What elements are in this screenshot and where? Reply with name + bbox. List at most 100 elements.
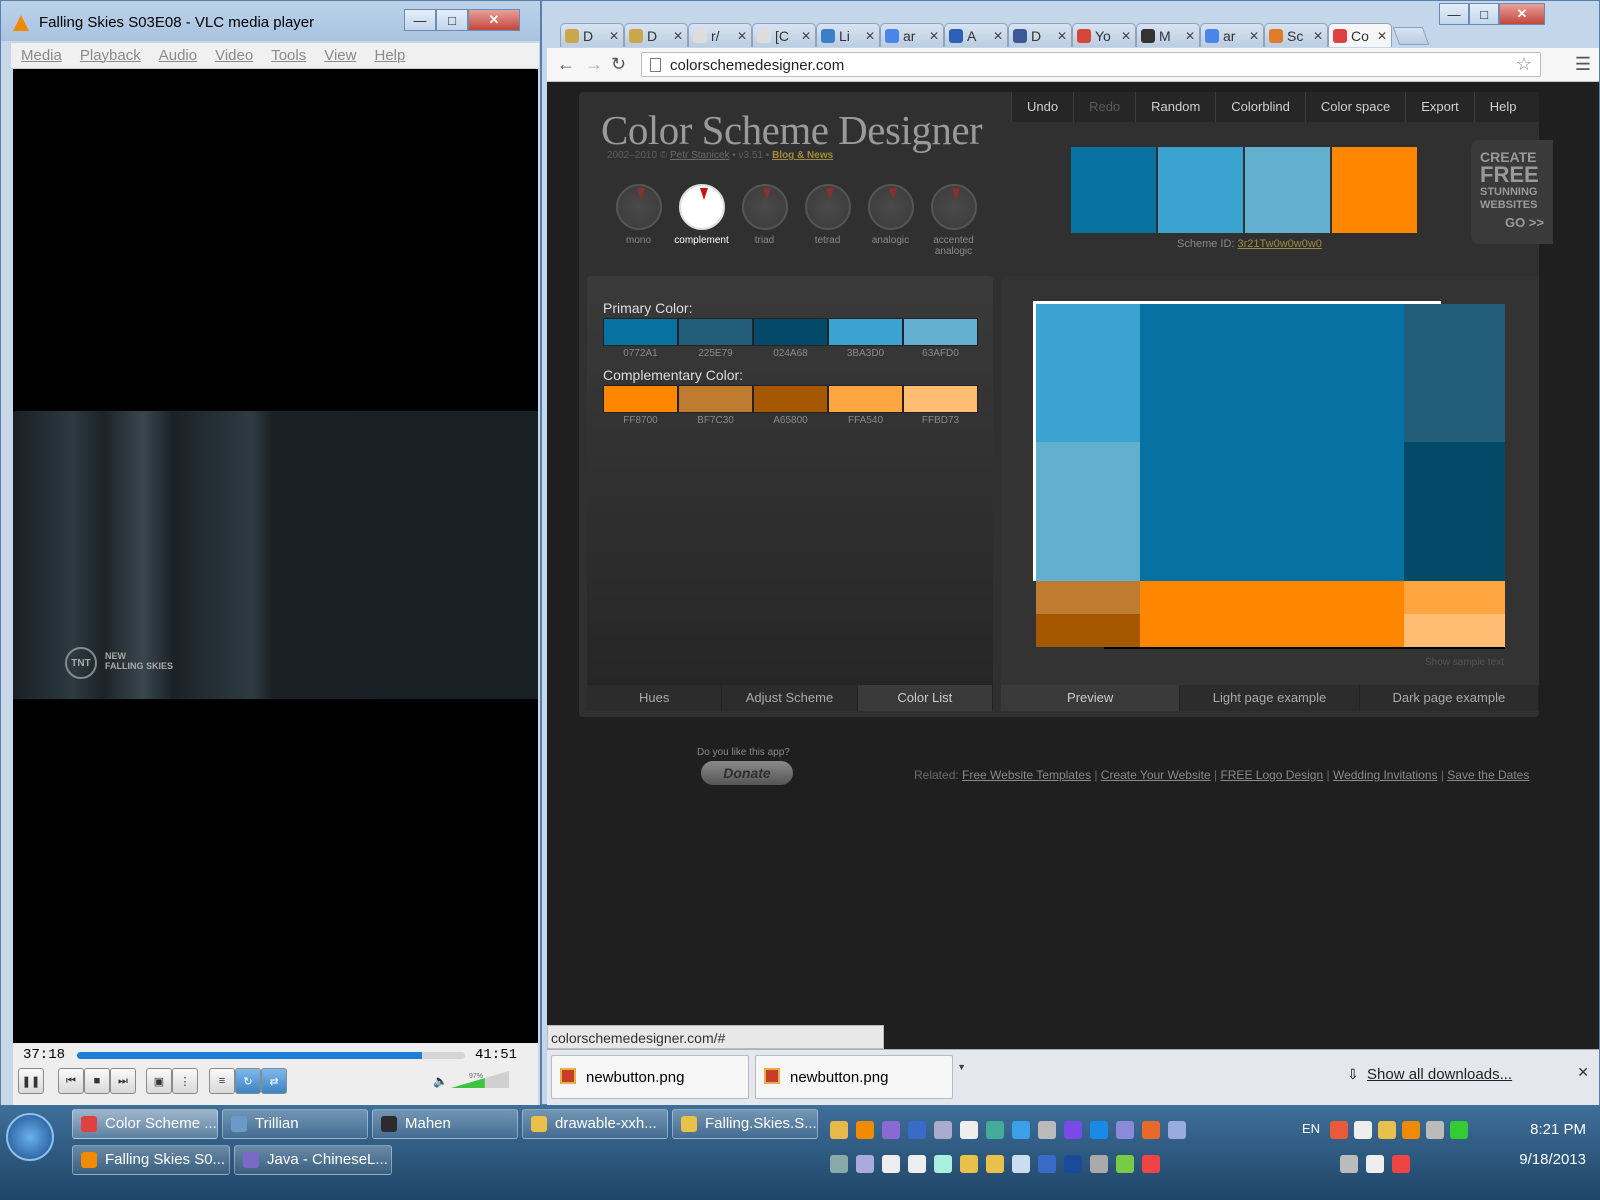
- quick-launch-icon[interactable]: [882, 1155, 900, 1173]
- menu-tools[interactable]: Tools: [271, 47, 306, 64]
- close-button[interactable]: ✕: [468, 9, 520, 31]
- donate-button[interactable]: Donate: [701, 761, 793, 785]
- close-tab-icon[interactable]: ✕: [993, 29, 1003, 43]
- maximize-button[interactable]: □: [436, 9, 468, 31]
- menu-help[interactable]: Help: [374, 47, 405, 64]
- forward-icon[interactable]: →: [585, 54, 603, 75]
- previous-button[interactable]: ⏮: [58, 1068, 84, 1094]
- seek-bar[interactable]: [77, 1052, 465, 1059]
- quick-launch-icon[interactable]: [934, 1155, 952, 1173]
- tray-app-icon[interactable]: [1012, 1121, 1030, 1139]
- color-swatch[interactable]: [603, 318, 678, 346]
- color-swatch[interactable]: [753, 318, 828, 346]
- tray-app-icon[interactable]: [986, 1121, 1004, 1139]
- notification-icon[interactable]: [1392, 1155, 1410, 1173]
- video-area[interactable]: TNT NEW FALLING SKIES: [13, 69, 538, 1043]
- free-websites-ad[interactable]: CREATE FREE STUNNING WEBSITES GO >>: [1471, 140, 1553, 244]
- tray-status-icon[interactable]: [1378, 1121, 1396, 1139]
- close-tab-icon[interactable]: ✕: [609, 29, 619, 43]
- scheme-id-link[interactable]: 3r21Tw0w0w0w0: [1238, 238, 1322, 250]
- menu-export[interactable]: Export: [1405, 92, 1474, 122]
- taskbar-button[interactable]: Mahen: [372, 1109, 518, 1139]
- maximize-button[interactable]: □: [1469, 3, 1499, 25]
- quick-launch-icon[interactable]: [986, 1155, 1004, 1173]
- close-tab-icon[interactable]: ✕: [865, 29, 875, 43]
- color-swatch[interactable]: [603, 385, 678, 413]
- menu-video[interactable]: Video: [215, 47, 253, 64]
- taskbar-button[interactable]: Color Scheme ...: [72, 1109, 218, 1139]
- color-swatch[interactable]: [678, 318, 753, 346]
- quick-launch-icon[interactable]: [960, 1155, 978, 1173]
- clock-time[interactable]: 8:21 PM: [1530, 1121, 1586, 1138]
- quick-launch-icon[interactable]: [1064, 1155, 1082, 1173]
- tab-preview[interactable]: Preview: [1001, 685, 1181, 711]
- color-swatch[interactable]: [903, 385, 978, 413]
- show-sample-text-link[interactable]: Show sample text: [1425, 657, 1504, 668]
- browser-tab[interactable]: Yo ✕: [1072, 23, 1136, 47]
- pause-button[interactable]: ❚❚: [18, 1068, 44, 1094]
- dial-tetrad[interactable]: tetrad: [796, 184, 859, 257]
- tray-app-icon[interactable]: [1064, 1121, 1082, 1139]
- tray-app-icon[interactable]: [908, 1121, 926, 1139]
- language-indicator[interactable]: EN: [1302, 1121, 1320, 1136]
- quick-launch-icon[interactable]: [830, 1155, 848, 1173]
- menu-help[interactable]: Help: [1473, 92, 1532, 122]
- quick-launch-icon[interactable]: [1090, 1155, 1108, 1173]
- tray-app-icon[interactable]: [1090, 1121, 1108, 1139]
- tray-app-icon[interactable]: [1142, 1121, 1160, 1139]
- dial-mono[interactable]: mono: [607, 184, 670, 257]
- shuffle-button[interactable]: ⇄: [261, 1068, 287, 1094]
- related-link[interactable]: Save the Dates: [1447, 768, 1529, 782]
- quick-launch-icon[interactable]: [1142, 1155, 1160, 1173]
- volume-control[interactable]: 🔈 97%: [433, 1069, 511, 1089]
- menu-view[interactable]: View: [324, 47, 356, 64]
- download-item[interactable]: newbutton.png ▼: [551, 1055, 762, 1099]
- vlc-titlebar[interactable]: Falling Skies S03E08 - VLC media player …: [1, 1, 540, 41]
- color-swatch[interactable]: [828, 385, 903, 413]
- tray-app-icon[interactable]: [1168, 1121, 1186, 1139]
- menu-undo[interactable]: Undo: [1011, 92, 1073, 122]
- blog-news-link[interactable]: Blog & News: [772, 150, 833, 161]
- close-tab-icon[interactable]: ✕: [1185, 29, 1195, 43]
- scheme-swatch[interactable]: [1332, 147, 1417, 233]
- color-swatch[interactable]: [828, 318, 903, 346]
- browser-tab[interactable]: ar ✕: [1200, 23, 1264, 47]
- minimize-button[interactable]: —: [404, 9, 436, 31]
- menu-playback[interactable]: Playback: [80, 47, 141, 64]
- scheme-swatch[interactable]: [1071, 147, 1156, 233]
- related-link[interactable]: Free Website Templates: [962, 768, 1091, 782]
- close-tab-icon[interactable]: ✕: [1377, 29, 1387, 43]
- tray-app-icon[interactable]: [934, 1121, 952, 1139]
- quick-launch-icon[interactable]: [908, 1155, 926, 1173]
- close-tab-icon[interactable]: ✕: [1121, 29, 1131, 43]
- scheme-swatch[interactable]: [1158, 147, 1243, 233]
- close-tab-icon[interactable]: ✕: [929, 29, 939, 43]
- taskbar-button[interactable]: Falling Skies S0...: [72, 1145, 230, 1175]
- related-link[interactable]: Create Your Website: [1101, 768, 1211, 782]
- tab-hues[interactable]: Hues: [587, 685, 723, 711]
- tray-app-icon[interactable]: [960, 1121, 978, 1139]
- browser-tab[interactable]: ar ✕: [880, 23, 944, 47]
- close-tab-icon[interactable]: ✕: [1313, 29, 1323, 43]
- ad-go-link[interactable]: GO >>: [1480, 216, 1544, 230]
- chrome-menu-icon[interactable]: ☰: [1575, 54, 1591, 75]
- author-link[interactable]: Petr Stanicek: [670, 150, 729, 161]
- browser-tab[interactable]: Sc ✕: [1264, 23, 1328, 47]
- browser-tab[interactable]: M ✕: [1136, 23, 1200, 47]
- tray-app-icon[interactable]: [830, 1121, 848, 1139]
- related-link[interactable]: FREE Logo Design: [1220, 768, 1323, 782]
- tab-light-page-example[interactable]: Light page example: [1180, 685, 1360, 711]
- notification-icon[interactable]: [1366, 1155, 1384, 1173]
- taskbar-button[interactable]: Trillian: [222, 1109, 368, 1139]
- menu-color-space[interactable]: Color space: [1304, 92, 1405, 122]
- extended-settings-button[interactable]: ⋮: [172, 1068, 198, 1094]
- show-all-downloads-link[interactable]: Show all downloads...: [1367, 1066, 1512, 1083]
- browser-tab[interactable]: Li ✕: [816, 23, 880, 47]
- menu-media[interactable]: Media: [21, 47, 62, 64]
- close-tab-icon[interactable]: ✕: [673, 29, 683, 43]
- tray-app-icon[interactable]: [856, 1121, 874, 1139]
- close-tab-icon[interactable]: ✕: [801, 29, 811, 43]
- start-button[interactable]: [6, 1113, 54, 1161]
- dial-triad[interactable]: triad: [733, 184, 796, 257]
- color-swatch[interactable]: [678, 385, 753, 413]
